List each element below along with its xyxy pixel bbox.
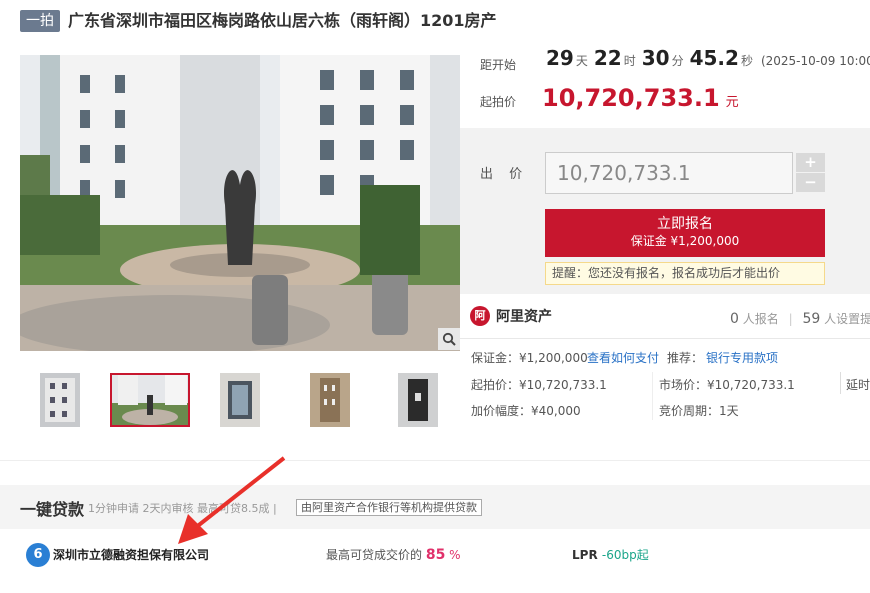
lpr-rate: LPR -60bp起 [572,546,649,563]
thumbnail-3[interactable] [220,373,260,427]
loan-ratio-label: 最高可贷成交价的 [326,548,423,562]
thumbnail-4[interactable] [310,373,350,427]
auction-round-badge: 一拍 [20,10,60,32]
increment-info: 加价幅度：¥40,000 [471,404,581,418]
recommend-label: 推荐： [667,351,704,365]
loan-ratio-value: 85 [425,547,446,563]
thumbnail-1[interactable] [40,373,80,427]
start-price-info: 起拍价：¥10,720,733.1 [471,378,607,392]
countdown-timer: 29 天 22 时 30 分 45.2 秒 (2025-10-09 10:00开… [546,46,870,80]
registered-label: 人报名 [742,312,779,326]
start-time: (2025-10-09 10:00开始) [760,54,870,68]
bid-amount-input[interactable]: 10,720,733.1 [545,152,793,194]
start-price-label: 起拍价 [480,95,517,109]
market-price-info: 市场价：¥10,720,733.1 [659,378,795,392]
deposit-info: 保证金：¥1,200,000 [471,351,588,365]
divider [652,372,653,420]
platform-brand[interactable]: 阿 阿里资产 [470,306,552,326]
loan-provider-tag: 由阿里资产合作银行等机构提供贷款 [296,499,482,516]
thumbnail-5[interactable] [398,373,438,427]
start-price-value: 10,720,733.1 [542,84,720,112]
lpr-value: -60bp起 [601,548,649,562]
bid-increase-button[interactable]: + [796,153,825,172]
platform-name: 阿里资产 [496,309,552,325]
bid-decrease-button[interactable]: − [796,173,825,192]
divider [840,372,841,394]
start-price-unit: 元 [725,95,739,110]
countdown-hours: 22 [593,46,622,70]
magnifier-icon[interactable] [438,328,460,350]
page-title: 广东省深圳市福田区梅岗路依山居六栋（雨轩阁）1201房产 [68,11,497,30]
signup-deposit-label: 保证金 ¥1,200,000 [630,234,740,248]
red-arrow [178,456,286,544]
signup-button[interactable]: 立即报名 保证金 ¥1,200,000 [545,209,825,257]
countdown-days-unit: 天 [575,54,588,68]
registered-count: 0 [730,311,739,327]
countdown-seconds: 45.2 [689,46,739,70]
reminder-count: 59 [802,311,821,327]
ali-assets-logo: 阿 [470,306,490,326]
loan-title: 一键贷款 [20,500,85,519]
signup-button-label: 立即报名 [657,216,713,232]
divider [460,338,870,339]
thumbnail-2[interactable] [110,373,190,427]
how-to-pay-link[interactable]: 查看如何支付 [587,349,659,366]
recommend-link[interactable]: 银行专用款项 [706,349,778,366]
countdown-hours-unit: 时 [623,54,636,68]
countdown-label: 距开始 [480,58,517,72]
main-property-photo[interactable] [20,55,460,351]
extension-info: 延时 [846,378,870,392]
loan-ratio-unit: % [449,548,461,562]
lpr-label: LPR [572,548,598,562]
countdown-minutes-unit: 分 [671,54,684,68]
lide-logo: 6 [26,543,50,567]
countdown-days: 29 [546,46,574,70]
countdown-seconds-unit: 秒 [740,54,753,68]
bid-label: 出 价 [480,167,529,182]
signup-reminder: 提醒：您还没有报名，报名成功后才能出价 [545,262,825,285]
cycle-info: 竞价周期：1天 [659,404,739,418]
auction-stats: 0 人报名 | 59 人设置提醒 [730,310,870,327]
divider [0,460,870,461]
countdown-minutes: 30 [641,46,670,70]
reminder-label: 人设置提醒 [824,312,870,326]
loan-ratio: 最高可贷成交价的 85 % [326,546,461,563]
start-price-row: 起拍价 10,720,733.1 元 [480,84,739,112]
